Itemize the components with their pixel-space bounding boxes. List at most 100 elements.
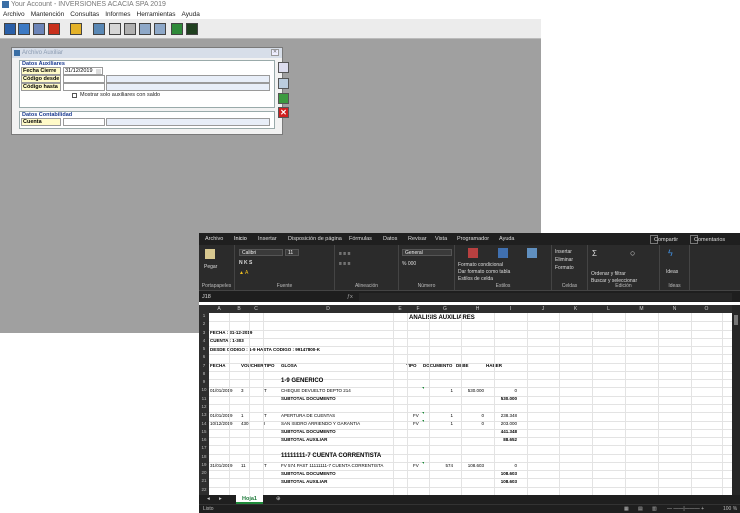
format-cells-button[interactable]: Formato xyxy=(555,265,574,271)
ideas-icon[interactable]: ϟ xyxy=(668,248,673,258)
normal-view-icon[interactable]: ▦ xyxy=(624,505,629,513)
exit-icon[interactable] xyxy=(186,23,198,35)
paste-icon[interactable] xyxy=(205,249,215,259)
cuenta-input[interactable] xyxy=(63,118,105,126)
insert-cells-button[interactable]: Insertar xyxy=(555,249,572,255)
row-header-1[interactable]: 1 xyxy=(199,313,209,318)
zoom-slider[interactable]: — ——|——— + xyxy=(667,505,704,513)
prev-sheet-icon[interactable]: ◂ xyxy=(207,495,210,504)
percent-icon[interactable]: % 000 xyxy=(402,261,416,267)
tab-revisar[interactable]: Revisar xyxy=(408,233,427,245)
menu-herramientas[interactable]: Herramientas xyxy=(137,10,176,19)
delete-cells-button[interactable]: Eliminar xyxy=(555,257,573,263)
row-header-4[interactable]: 4 xyxy=(199,338,209,343)
page-break-icon[interactable]: ▥ xyxy=(652,505,657,513)
formula-input[interactable] xyxy=(359,293,732,301)
row-header-17[interactable]: 17 xyxy=(199,445,209,450)
row-header-13[interactable]: 13 xyxy=(199,412,209,417)
ideas-button[interactable]: Ideas xyxy=(666,269,678,275)
codigo-hasta-input[interactable] xyxy=(63,83,105,91)
menu-consultas[interactable]: Consultas xyxy=(70,10,99,19)
row-header-15[interactable]: 15 xyxy=(199,429,209,434)
bold-icon[interactable]: N K S xyxy=(239,260,252,266)
menu-informes[interactable]: Informes xyxy=(105,10,130,19)
scroll-thumb[interactable] xyxy=(734,315,738,325)
row-header-10[interactable]: 10 xyxy=(199,387,209,392)
row-header-3[interactable]: 3 xyxy=(199,330,209,335)
close-icon[interactable]: ✕ xyxy=(271,49,279,56)
next-sheet-icon[interactable]: ▸ xyxy=(219,495,222,504)
column-header-a[interactable]: A xyxy=(209,305,229,313)
document-icon[interactable] xyxy=(93,23,105,35)
export-icon[interactable] xyxy=(171,23,183,35)
row-header-18[interactable]: 18 xyxy=(199,454,209,459)
column-header-o[interactable]: O xyxy=(691,305,722,313)
column-header-h[interactable]: H xyxy=(461,305,494,313)
row-header-2[interactable]: 2 xyxy=(199,321,209,326)
cancel-icon[interactable]: ✕ xyxy=(278,107,289,118)
conditional-format-icon[interactable] xyxy=(468,248,478,258)
menu-mantencion[interactable]: Mantención xyxy=(31,10,65,19)
row-header-7[interactable]: 7 xyxy=(199,363,209,368)
print-icon[interactable] xyxy=(278,62,289,73)
cell-styles-icon[interactable] xyxy=(527,248,537,258)
sheet-tab-hoja1[interactable]: Hoja1 xyxy=(236,495,263,504)
tab-formulas[interactable]: Fórmulas xyxy=(349,233,372,245)
row-header-16[interactable]: 16 xyxy=(199,437,209,442)
codigo-desde-input[interactable] xyxy=(63,75,105,83)
number-format-select[interactable]: General xyxy=(402,249,452,256)
row-header-20[interactable]: 20 xyxy=(199,470,209,475)
tab-vista[interactable]: Vista xyxy=(435,233,447,245)
fecha-cierre-input[interactable]: 31/12/2019 xyxy=(63,67,103,75)
menu-archivo[interactable]: Archivo xyxy=(3,10,25,19)
toolbar-button-9[interactable] xyxy=(139,23,151,35)
toolbar-button-7[interactable] xyxy=(109,23,121,35)
folder-icon[interactable] xyxy=(70,23,82,35)
tab-programador[interactable]: Programador xyxy=(457,233,489,245)
align-icons-2[interactable]: ≡ ≡ ≡ xyxy=(339,261,351,267)
row-header-5[interactable]: 5 xyxy=(199,346,209,351)
column-header-d[interactable]: D xyxy=(263,305,393,313)
tab-ayuda[interactable]: Ayuda xyxy=(499,233,515,245)
tab-archivo[interactable]: Archivo xyxy=(205,233,223,245)
row-header-22[interactable]: 22 xyxy=(199,487,209,492)
column-header-i[interactable]: I xyxy=(494,305,527,313)
column-header-m[interactable]: M xyxy=(625,305,658,313)
fill-color-icon[interactable]: ▲ A xyxy=(239,270,248,276)
row-header-11[interactable]: 11 xyxy=(199,396,209,401)
tab-datos[interactable]: Datos xyxy=(383,233,397,245)
worksheet[interactable]: ANALISIS AUXILIARES FECHA : 31-12-2019 C… xyxy=(209,313,732,495)
fx-icon[interactable]: ƒx xyxy=(347,291,353,303)
tab-insertar[interactable]: Insertar xyxy=(258,233,277,245)
column-header-g[interactable]: G xyxy=(429,305,461,313)
font-name-select[interactable]: Calibri xyxy=(239,249,283,256)
column-header-j[interactable]: J xyxy=(527,305,559,313)
font-size-select[interactable]: 11 xyxy=(285,249,299,256)
toolbar-button-1[interactable] xyxy=(4,23,16,35)
page-layout-icon[interactable]: ▤ xyxy=(638,505,643,513)
row-header-9[interactable]: 9 xyxy=(199,379,209,384)
column-header-l[interactable]: L xyxy=(592,305,625,313)
row-header-6[interactable]: 6 xyxy=(199,354,209,359)
row-header-21[interactable]: 21 xyxy=(199,478,209,483)
toolbar-button-8[interactable] xyxy=(124,23,136,35)
menu-ayuda[interactable]: Ayuda xyxy=(182,10,200,19)
row-header-19[interactable]: 19 xyxy=(199,462,209,467)
row-header-14[interactable]: 14 xyxy=(199,421,209,426)
sum-icon[interactable]: Σ xyxy=(592,249,597,258)
search-icon[interactable]: ○ xyxy=(630,248,635,258)
row-header-12[interactable]: 12 xyxy=(199,404,209,409)
align-icons[interactable]: ≡ ≡ ≡ xyxy=(339,251,351,257)
add-sheet-icon[interactable]: ⊕ xyxy=(276,495,281,504)
vertical-scrollbar[interactable] xyxy=(732,305,740,495)
share-button[interactable]: Compartir xyxy=(650,235,678,244)
toolbar-button-3[interactable] xyxy=(33,23,45,35)
tab-disposicion[interactable]: Disposición de página xyxy=(288,233,342,245)
column-header-k[interactable]: K xyxy=(559,305,592,313)
zoom-level[interactable]: 100 % xyxy=(723,505,737,513)
name-box[interactable]: J18 xyxy=(202,293,292,301)
column-header-e[interactable]: E xyxy=(393,305,407,313)
copy-icon[interactable] xyxy=(278,78,289,89)
column-header-f[interactable]: F xyxy=(407,305,429,313)
user-icon[interactable] xyxy=(154,23,166,35)
